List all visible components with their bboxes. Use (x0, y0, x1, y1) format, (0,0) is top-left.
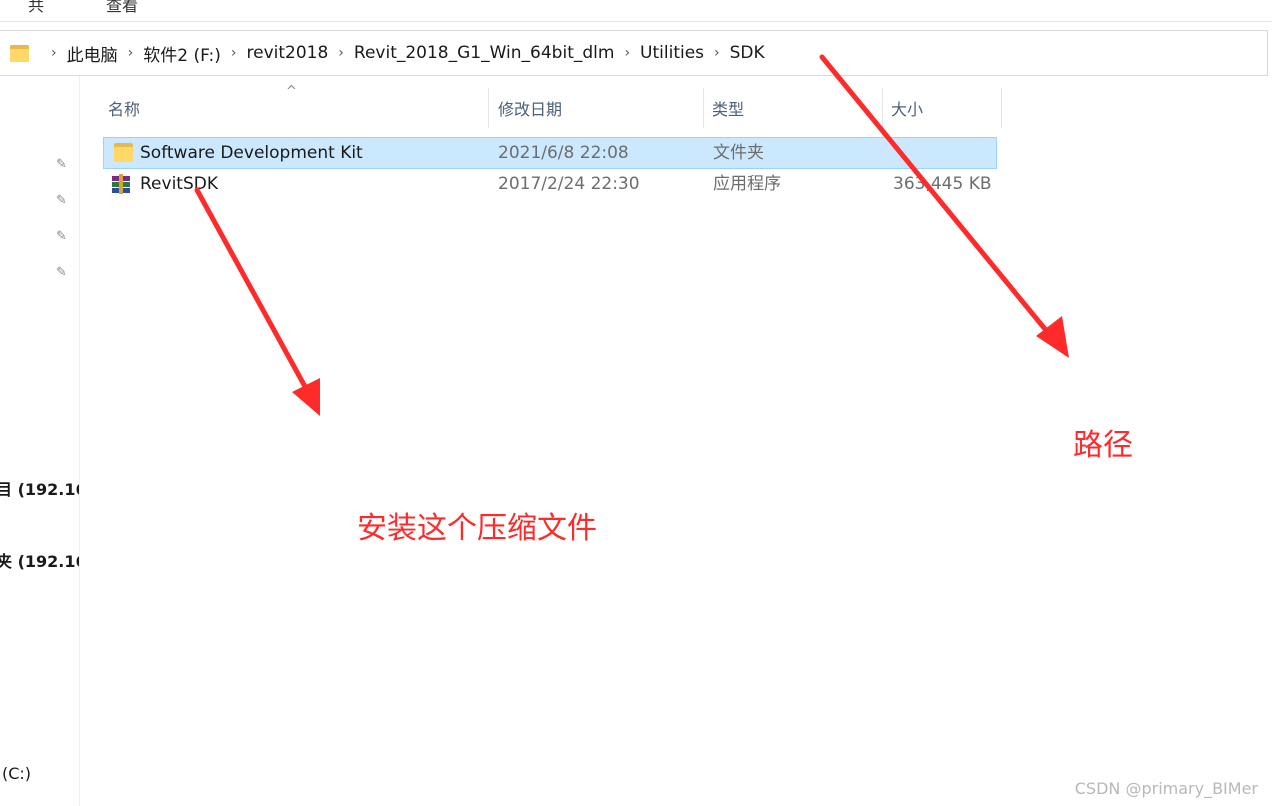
annotation-path-label: 路径 (1073, 428, 1133, 463)
watermark: CSDN @primary_BIMer (1074, 779, 1258, 798)
arrow-to-path (819, 54, 1069, 358)
arrow-to-revitsdk (194, 187, 320, 416)
annotation-install-label: 安装这个压缩文件 (357, 511, 597, 546)
file-explorer-window: 共 查看 › 此电脑 › 软件2 (F:) › revit2018 › Revi… (0, 0, 1272, 806)
annotation-arrows (194, 54, 1069, 416)
